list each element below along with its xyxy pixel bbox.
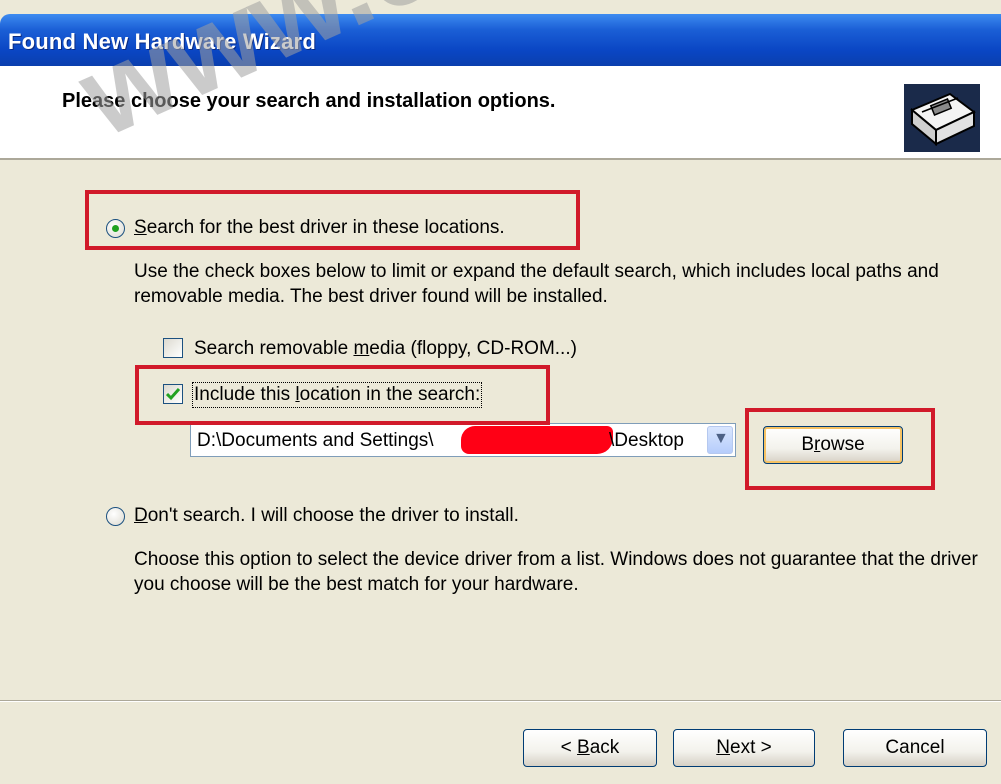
- radio-selected-icon: [112, 225, 119, 232]
- window-title: Found New Hardware Wizard: [8, 29, 316, 54]
- radio-search-best-label[interactable]: Search for the best driver in these loca…: [134, 217, 505, 239]
- location-path-start: D:\Documents and Settings\: [197, 430, 434, 451]
- radio-search-best[interactable]: [106, 219, 125, 238]
- redaction-mark: [461, 426, 613, 454]
- combobox-dropdown-button[interactable]: ▼: [707, 426, 733, 454]
- dont-search-description: Choose this option to select the device …: [134, 549, 978, 595]
- page-heading: Please choose your search and installati…: [62, 90, 556, 112]
- radio-dont-search-label[interactable]: Don't search. I will choose the driver t…: [134, 505, 519, 527]
- next-button[interactable]: Next >: [673, 729, 815, 767]
- wizard-body: Search for the best driver in these loca…: [0, 160, 1001, 700]
- footer-separator: [0, 700, 1001, 702]
- cancel-button[interactable]: Cancel: [843, 729, 987, 767]
- location-combobox[interactable]: D:\Documents and Settings\ \Desktop ▼: [190, 423, 736, 457]
- wizard-header: Please choose your search and installati…: [0, 66, 1001, 160]
- title-bar[interactable]: Found New Hardware Wizard: [0, 14, 1001, 66]
- checkbox-include-location-label[interactable]: Include this location in the search:: [191, 382, 483, 408]
- hardware-card-icon: [904, 84, 980, 152]
- checkbox-include-location[interactable]: [163, 384, 183, 404]
- search-description: Use the check boxes below to limit or ex…: [134, 261, 939, 307]
- back-button[interactable]: < Back: [523, 729, 657, 767]
- checkbox-removable-media-label[interactable]: Search removable media (floppy, CD-ROM..…: [194, 338, 577, 360]
- browse-button[interactable]: Browse: [763, 426, 903, 464]
- checkbox-removable-media[interactable]: [163, 338, 183, 358]
- checkbox-checked-icon: [166, 388, 180, 401]
- radio-dont-search[interactable]: [106, 507, 125, 526]
- wizard-window: Found New Hardware Wizard Please choose …: [0, 0, 1001, 784]
- location-path-end: \Desktop: [609, 430, 684, 451]
- chevron-down-icon: ▼: [713, 430, 729, 447]
